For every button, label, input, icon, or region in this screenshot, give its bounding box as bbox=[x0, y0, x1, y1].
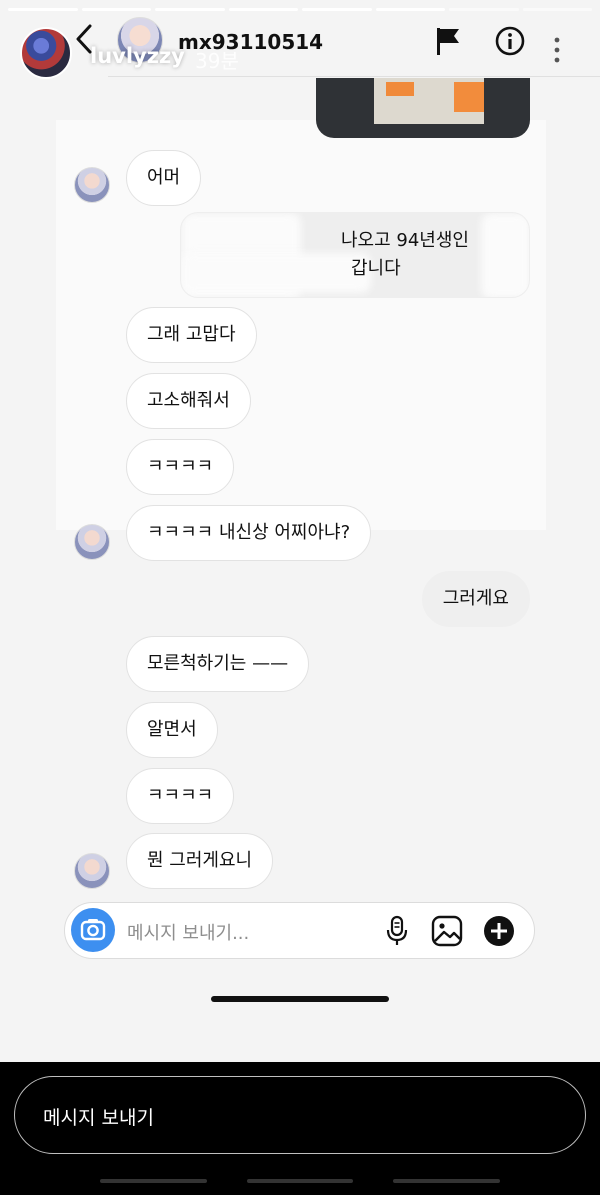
bottom-bars bbox=[100, 1179, 501, 1183]
camera-icon bbox=[80, 919, 106, 941]
message-bubble-redacted[interactable]: 나오고 94년생인 갑니다 bbox=[180, 212, 530, 298]
message-text: 나오고 94년생인 bbox=[341, 230, 469, 251]
info-icon[interactable] bbox=[495, 26, 525, 56]
message-text: 갑니다 bbox=[351, 258, 401, 279]
progress-segment bbox=[81, 8, 151, 11]
home-indicator bbox=[211, 996, 389, 1002]
story-progress bbox=[8, 8, 592, 11]
more-icon[interactable] bbox=[553, 36, 561, 64]
media-tape bbox=[454, 82, 484, 112]
message-bubble[interactable]: 고소해줘서 bbox=[126, 373, 251, 429]
message-bubble[interactable]: 알면서 bbox=[126, 702, 218, 758]
camera-button[interactable] bbox=[71, 908, 115, 952]
message-avatar[interactable] bbox=[74, 853, 110, 889]
message-bubble[interactable]: ㅋㅋㅋㅋ bbox=[126, 439, 235, 495]
message-composer[interactable]: 메시지 보내기... bbox=[64, 902, 535, 959]
progress-segment bbox=[155, 8, 225, 11]
progress-segment bbox=[449, 8, 519, 11]
message-bubble[interactable]: 어머 bbox=[126, 150, 202, 206]
mic-icon[interactable] bbox=[385, 915, 409, 947]
message-bubble[interactable]: ㅋㅋㅋㅋ 내신상 어찌아냐? bbox=[126, 505, 372, 561]
bottom-bar bbox=[246, 1179, 354, 1183]
header-divider bbox=[108, 76, 600, 77]
progress-segment bbox=[228, 8, 298, 11]
flag-icon[interactable] bbox=[434, 26, 462, 56]
plus-icon[interactable] bbox=[483, 915, 515, 947]
message-avatar[interactable] bbox=[74, 524, 110, 560]
story-frame: mx93110514 luvlyzzy 39분 어머 나오고 94년생인 갑니다… bbox=[0, 0, 600, 1062]
gallery-icon[interactable] bbox=[431, 915, 463, 947]
message-bubble[interactable]: 모른척하기는 —— bbox=[126, 636, 310, 692]
progress-segment bbox=[302, 8, 372, 11]
story-avatar[interactable] bbox=[20, 27, 72, 79]
progress-segment bbox=[375, 8, 445, 11]
media-tape bbox=[386, 82, 414, 96]
progress-segment bbox=[522, 8, 592, 11]
story-time: 39분 bbox=[195, 49, 239, 73]
progress-segment bbox=[8, 8, 78, 11]
story-username[interactable]: luvlyzzy bbox=[90, 44, 185, 68]
bottom-bar bbox=[100, 1179, 207, 1183]
bottom-bar bbox=[393, 1179, 501, 1183]
shared-media[interactable] bbox=[316, 78, 530, 138]
message-bubble[interactable]: 그래 고맙다 bbox=[126, 307, 257, 363]
composer-placeholder[interactable]: 메시지 보내기... bbox=[127, 919, 249, 945]
message-bubble[interactable]: 뭔 그러게요니 bbox=[126, 833, 274, 889]
message-bubble-sent[interactable]: 그러게요 bbox=[421, 571, 530, 627]
story-reply-field[interactable]: 메시지 보내기 bbox=[14, 1076, 586, 1154]
message-bubble[interactable]: ㅋㅋㅋㅋ bbox=[126, 768, 235, 824]
story-reply-placeholder[interactable]: 메시지 보내기 bbox=[43, 1103, 154, 1130]
message-avatar[interactable] bbox=[74, 167, 110, 203]
